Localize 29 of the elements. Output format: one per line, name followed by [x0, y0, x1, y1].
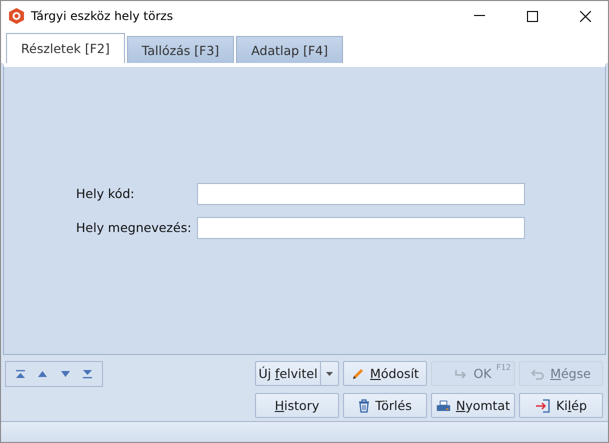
- previous-record-icon[interactable]: [37, 369, 48, 379]
- maximize-icon[interactable]: [526, 10, 538, 22]
- shortcut-hint: F12: [496, 363, 511, 372]
- trash-icon: [358, 398, 370, 412]
- pencil-icon: [351, 366, 366, 380]
- input-field[interactable]: [197, 182, 525, 204]
- last-record-icon[interactable]: [82, 369, 94, 379]
- toolbar-button[interactable]: Kilép: [519, 393, 603, 418]
- caret-icon: [326, 372, 333, 376]
- toolbar-button[interactable]: Módosít: [343, 361, 427, 386]
- field-label: Hely megnevezés:: [76, 220, 192, 235]
- window-title: Tárgyi eszköz hely törzs: [31, 9, 174, 23]
- minimize-icon[interactable]: [474, 15, 484, 17]
- toolbar-button[interactable]: Törlés: [343, 393, 427, 418]
- next-record-icon[interactable]: [60, 369, 71, 379]
- exit-icon: [535, 398, 552, 412]
- tab[interactable]: Tallózás [F3]: [126, 36, 234, 63]
- toolbar-button[interactable]: History: [255, 393, 339, 418]
- printer-icon: [436, 398, 451, 412]
- first-record-icon[interactable]: [14, 369, 26, 379]
- field-label: Hely kód:: [76, 186, 136, 201]
- tab[interactable]: Adatlap [F4]: [236, 36, 343, 63]
- forward-arrow-icon: [454, 368, 468, 380]
- toolbar-button[interactable]: Nyomtat: [431, 393, 515, 418]
- input-field[interactable]: [197, 216, 525, 238]
- close-icon[interactable]: [580, 10, 590, 22]
- tab[interactable]: Részletek [F2]: [6, 33, 125, 63]
- undo-icon: [531, 368, 546, 380]
- app-logo-icon: [9, 8, 24, 24]
